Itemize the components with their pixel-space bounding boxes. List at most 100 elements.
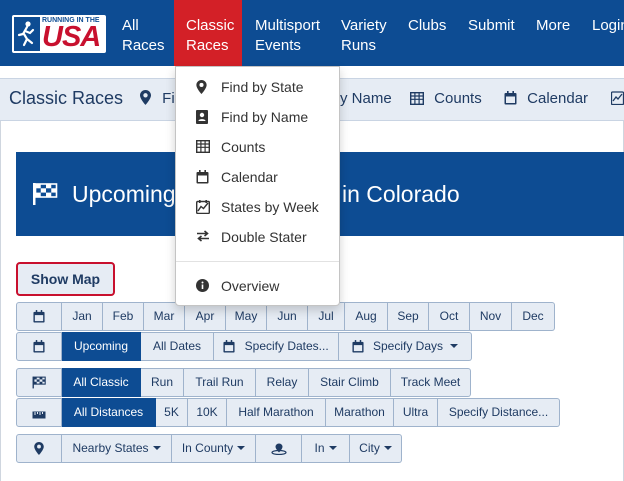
location-marker-button[interactable] [16, 434, 62, 463]
show-map-button[interactable]: Show Map [16, 262, 115, 296]
chevron-down-icon [237, 446, 246, 450]
5k-button[interactable]: 5K [156, 398, 188, 427]
ultra-button[interactable]: Ultra [394, 398, 438, 427]
table-icon [410, 92, 424, 105]
specify-dates-label: Specify Dates... [244, 339, 329, 353]
distance-ruler-button[interactable] [16, 398, 62, 427]
in-dropdown[interactable]: In [302, 434, 350, 463]
banner-title-left: Upcoming [72, 181, 176, 207]
nav-all-races[interactable]: All Races [112, 0, 174, 66]
city-dropdown[interactable]: City [350, 434, 402, 463]
specify-days-label: Specify Days [372, 339, 444, 353]
map-marker-icon [140, 90, 151, 105]
in-county-dropdown[interactable]: In County [172, 434, 256, 463]
month-aug-button[interactable]: Aug [345, 302, 388, 331]
track-meet-button[interactable]: Track Meet [391, 368, 471, 397]
month-apr-button[interactable]: Apr [185, 302, 226, 331]
relay-button[interactable]: Relay [256, 368, 309, 397]
nav-label: Runs [341, 37, 377, 54]
nav-label: Clubs [408, 17, 447, 34]
nav-more[interactable]: More [526, 0, 582, 66]
month-feb-button[interactable]: Feb [103, 302, 144, 331]
nav-variety-runs[interactable]: Variety Runs [331, 0, 397, 66]
month-oct-button[interactable]: Oct [429, 302, 470, 331]
nav-label: Submit [468, 17, 515, 34]
specify-dates-button[interactable]: Specify Dates... [214, 332, 339, 361]
in-county-label: In County [181, 441, 234, 455]
menu-item-label: Find by State [221, 79, 304, 95]
month-nov-button[interactable]: Nov [470, 302, 512, 331]
month-mar-button[interactable]: Mar [144, 302, 185, 331]
marathon-button[interactable]: Marathon [326, 398, 394, 427]
month-may-button[interactable]: May [226, 302, 267, 331]
nav-clubs[interactable]: Clubs [398, 0, 458, 66]
stair-climb-button[interactable]: Stair Climb [309, 368, 391, 397]
subnav-counts[interactable]: Counts [410, 90, 482, 107]
menu-item-find-by-name[interactable]: Find by Name [176, 102, 339, 132]
subnav-find-by-state[interactable]: Fi [140, 90, 175, 107]
specify-days-button[interactable]: Specify Days [339, 332, 472, 361]
map-marker-icon [196, 80, 207, 94]
half-marathon-button[interactable]: Half Marathon [227, 398, 326, 427]
nearby-states-label: Nearby States [72, 441, 149, 455]
menu-item-label: Double Stater [221, 229, 307, 245]
10k-button[interactable]: 10K [188, 398, 227, 427]
logo-wordmark: USA [42, 21, 101, 53]
nav-submit[interactable]: Submit [458, 0, 526, 66]
all-dates-button[interactable]: All Dates [141, 332, 214, 361]
nav-classic-races[interactable]: Classic Races [174, 0, 242, 66]
running-in-the-usa-logo[interactable]: RUNNING IN THE USA [12, 15, 106, 53]
in-label: In [314, 441, 325, 455]
dates-calendar-button[interactable] [16, 332, 62, 361]
calendar-icon [504, 91, 517, 105]
month-sep-button[interactable]: Sep [388, 302, 429, 331]
map-marker-icon [34, 442, 44, 455]
menu-item-find-by-state[interactable]: Find by State [176, 72, 339, 102]
location-pin-icon [270, 443, 287, 456]
nav-label: Races [186, 37, 229, 54]
subnav-calendar[interactable]: Calendar [504, 90, 588, 107]
chevron-down-icon [383, 446, 392, 450]
month-jul-button[interactable]: Jul [308, 302, 345, 331]
menu-item-counts[interactable]: Counts [176, 132, 339, 162]
subnav-states-by-week[interactable] [611, 90, 624, 107]
map-calendar-icon [611, 91, 624, 105]
nav-label: Variety [341, 17, 387, 34]
trail-run-button[interactable]: Trail Run [184, 368, 256, 397]
nav-label: Multisport [255, 17, 321, 34]
month-filter-row: Jan Feb Mar Apr May Jun Jul Aug Sep Oct … [16, 302, 555, 331]
ruler-icon [32, 411, 46, 419]
month-dec-button[interactable]: Dec [512, 302, 555, 331]
nav-login[interactable]: Login [582, 0, 624, 66]
type-flag-button[interactable] [16, 368, 62, 397]
chevron-down-icon [328, 446, 337, 450]
nav-label: All [122, 17, 139, 34]
city-label: City [359, 441, 380, 455]
month-jun-button[interactable]: Jun [267, 302, 308, 331]
menu-item-calendar[interactable]: Calendar [176, 162, 339, 192]
month-jan-button[interactable]: Jan [62, 302, 103, 331]
menu-item-label: States by Week [221, 199, 319, 215]
menu-item-label: Overview [221, 278, 280, 294]
nav-multisport-events[interactable]: Multisport Events [245, 0, 333, 66]
upcoming-button[interactable]: Upcoming [62, 332, 141, 361]
location-pin-button[interactable] [256, 434, 302, 463]
calendar-icon [33, 340, 45, 353]
runner-icon [14, 17, 40, 51]
nav-label: Events [255, 37, 301, 54]
menu-item-label: Calendar [221, 169, 278, 185]
month-calendar-button[interactable] [16, 302, 62, 331]
classic-races-dropdown-menu: Find by State Find by Name Counts Calend… [175, 66, 340, 306]
all-distances-button[interactable]: All Distances [62, 398, 156, 427]
menu-item-double-stater[interactable]: Double Stater [176, 222, 339, 252]
specify-distance-button[interactable]: Specify Distance... [438, 398, 560, 427]
all-classic-button[interactable]: All Classic [62, 368, 141, 397]
run-button[interactable]: Run [141, 368, 184, 397]
subnav-label: Calendar [527, 90, 589, 107]
menu-divider [176, 261, 339, 262]
top-navbar: RUNNING IN THE USA All Races Classic Rac… [0, 0, 624, 66]
menu-item-states-by-week[interactable]: States by Week [176, 192, 339, 222]
nearby-states-dropdown[interactable]: Nearby States [62, 434, 172, 463]
menu-item-overview[interactable]: Overview [176, 271, 339, 301]
subnav-find-by-name[interactable]: y Name [340, 90, 392, 107]
